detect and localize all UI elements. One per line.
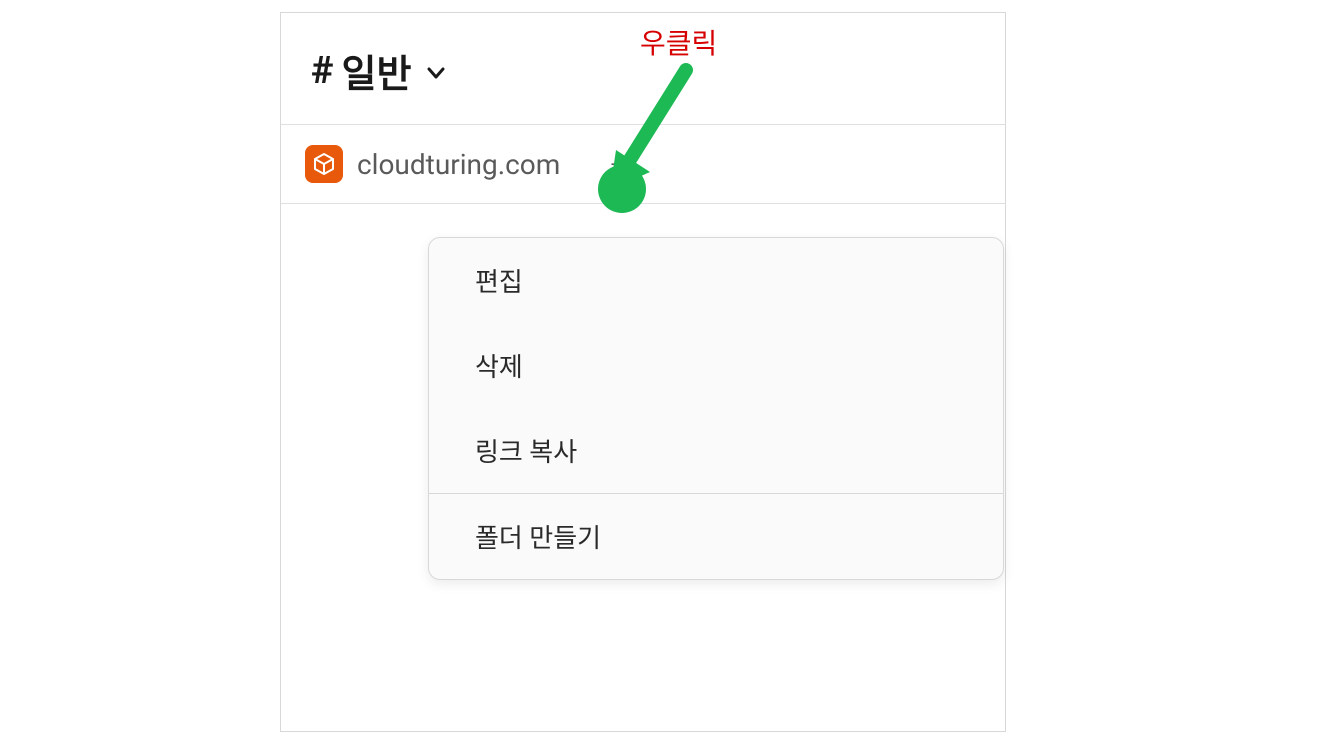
- add-bookmark-button[interactable]: +: [610, 147, 627, 182]
- channel-title: 일반: [342, 43, 412, 98]
- bookmark-row: cloudturing.com +: [281, 125, 1005, 203]
- chevron-down-icon: [427, 64, 445, 86]
- bookmark-cube-icon[interactable]: [305, 145, 343, 183]
- menu-item-delete[interactable]: 삭제: [429, 323, 1003, 408]
- context-menu: 편집 삭제 링크 복사 폴더 만들기: [428, 237, 1004, 580]
- hash-symbol: #: [311, 49, 334, 93]
- menu-item-copy-link[interactable]: 링크 복사: [429, 408, 1003, 493]
- bookmark-label[interactable]: cloudturing.com: [357, 148, 560, 181]
- menu-item-edit[interactable]: 편집: [429, 238, 1003, 323]
- annotation-right-click-label: 우클릭: [640, 22, 717, 62]
- bookmark-divider: [281, 203, 1005, 204]
- menu-item-create-folder[interactable]: 폴더 만들기: [429, 494, 1003, 579]
